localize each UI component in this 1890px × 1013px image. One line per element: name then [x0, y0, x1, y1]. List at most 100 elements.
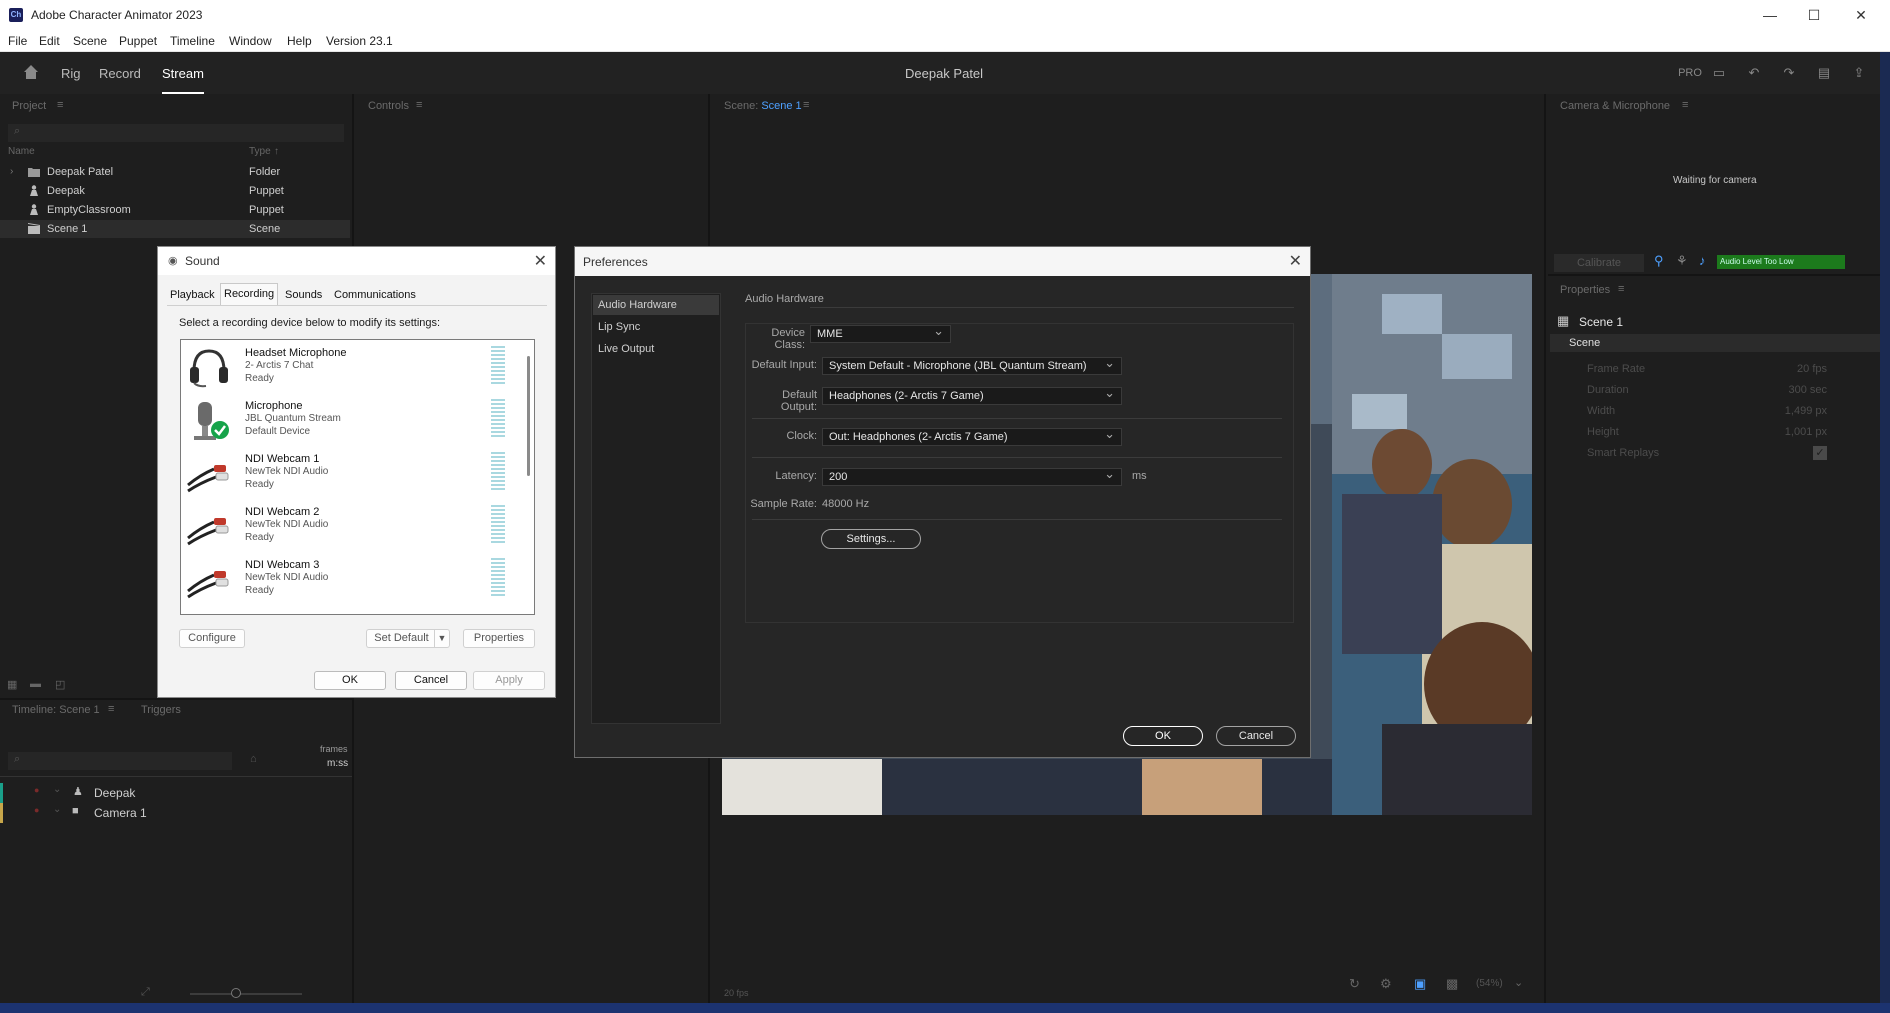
timeline-zoom-slider[interactable] — [190, 993, 302, 995]
timeline-menu-icon[interactable]: ≡ — [108, 703, 114, 715]
menu-timeline[interactable]: Timeline — [170, 34, 215, 48]
undo-icon[interactable]: ↶ — [1745, 64, 1763, 82]
chevron-down-icon[interactable]: ⌄ — [53, 804, 61, 815]
set-default-button[interactable]: Set Default — [366, 629, 436, 648]
new-folder-icon[interactable]: ▬ — [30, 678, 41, 690]
tab-communications[interactable]: Communications — [331, 285, 419, 305]
menu-file[interactable]: File — [8, 34, 27, 48]
default-input-select[interactable]: System Default - Microphone (JBL Quantum… — [822, 355, 1122, 375]
project-item-deepak-patel[interactable]: › Deepak Patel Folder — [0, 163, 350, 181]
stream-icon[interactable]: ▣ — [1414, 976, 1426, 992]
preferences-ok-button[interactable]: OK — [1123, 726, 1203, 746]
tab-rig[interactable]: Rig — [61, 66, 81, 81]
project-search-input[interactable]: ⌕ — [8, 124, 344, 142]
close-window-button[interactable]: ✕ — [1846, 5, 1876, 25]
device-ndi-webcam-2[interactable]: NDI Webcam 2 NewTek NDI Audio Ready — [181, 499, 521, 552]
recording-device-list[interactable]: Headset Microphone 2- Arctis 7 Chat Read… — [180, 339, 535, 615]
tab-record[interactable]: Record — [99, 66, 141, 81]
feedback-icon[interactable]: ▤ — [1815, 64, 1833, 82]
camera-mic-menu-icon[interactable]: ≡ — [1682, 99, 1688, 111]
column-name[interactable]: Name — [8, 146, 35, 157]
microphone-toggle-icon[interactable]: ♪ — [1699, 253, 1706, 268]
sound-close-button[interactable]: ✕ — [534, 251, 547, 271]
tab-playback[interactable]: Playback — [167, 285, 218, 305]
panel-layout-icon[interactable]: ▭ — [1710, 64, 1728, 82]
prop-value[interactable]: 1,499 px — [1785, 405, 1827, 417]
controls-menu-icon[interactable]: ≡ — [416, 99, 422, 111]
zoom-dropdown-icon[interactable]: ⌄ — [1514, 976, 1523, 989]
sound-ok-button[interactable]: OK — [314, 671, 386, 690]
camera-toggle-icon[interactable]: ⚲ — [1654, 253, 1664, 269]
fit-icon[interactable]: ⤢ — [141, 986, 150, 999]
properties-panel-title[interactable]: Properties — [1560, 284, 1610, 296]
record-arm-icon[interactable]: ● — [34, 785, 39, 795]
chevron-down-icon[interactable]: ⌄ — [53, 784, 61, 795]
zoom-slider-handle[interactable] — [231, 988, 241, 998]
device-list-scrollbar[interactable] — [524, 340, 534, 614]
preferences-close-button[interactable]: ✕ — [1289, 251, 1302, 271]
pref-nav-audio-hardware[interactable]: Audio Hardware — [593, 295, 719, 315]
menu-puppet[interactable]: Puppet — [119, 34, 157, 48]
project-panel-title[interactable]: Project — [12, 100, 46, 112]
record-arm-icon[interactable]: ● — [34, 805, 39, 815]
refresh-icon[interactable]: ↻ — [1349, 976, 1360, 992]
triggers-tab[interactable]: Triggers — [141, 704, 181, 716]
device-ndi-webcam-1[interactable]: NDI Webcam 1 NewTek NDI Audio Ready — [181, 446, 521, 499]
properties-button[interactable]: Properties — [463, 629, 535, 648]
project-item-emptyclassroom[interactable]: EmptyClassroom Puppet — [0, 201, 350, 219]
puppet-bank-icon[interactable]: ⌂ — [250, 753, 257, 765]
share-icon[interactable]: ⇪ — [1850, 64, 1868, 82]
calibrate-button[interactable]: Calibrate — [1554, 254, 1644, 272]
timeline-tab[interactable]: Timeline: Scene 1 — [12, 704, 100, 716]
project-item-deepak[interactable]: Deepak Puppet — [0, 182, 350, 200]
maximize-button[interactable]: ☐ — [1799, 5, 1829, 25]
menu-edit[interactable]: Edit — [39, 34, 60, 48]
project-menu-icon[interactable]: ≡ — [57, 99, 63, 111]
clock-select[interactable]: Out: Headphones (2- Arctis 7 Game) — [822, 426, 1122, 446]
prop-value[interactable]: 1,001 px — [1785, 426, 1827, 438]
camera-mic-panel-title[interactable]: Camera & Microphone — [1560, 100, 1670, 112]
tab-recording[interactable]: Recording — [220, 283, 279, 305]
pref-nav-lip-sync[interactable]: Lip Sync — [593, 317, 719, 337]
scene-menu-icon[interactable]: ≡ — [803, 99, 809, 111]
device-class-select[interactable]: MME — [810, 323, 951, 343]
expand-chevron-icon[interactable]: › — [10, 166, 13, 177]
configure-button[interactable]: Configure — [179, 629, 245, 648]
column-type[interactable]: Type — [249, 146, 271, 157]
properties-section-scene[interactable]: Scene — [1550, 334, 1880, 352]
timeline-search-input[interactable]: ⌕ — [8, 752, 232, 770]
tab-sounds[interactable]: Sounds — [282, 285, 325, 305]
sound-cancel-button[interactable]: Cancel — [395, 671, 467, 690]
prop-value[interactable]: 20 fps — [1797, 363, 1827, 375]
scene-view-icon[interactable]: ▩ — [1446, 976, 1458, 992]
tab-stream[interactable]: Stream — [162, 66, 204, 94]
properties-menu-icon[interactable]: ≡ — [1618, 283, 1624, 295]
pref-nav-live-output[interactable]: Live Output — [593, 339, 719, 359]
home-icon[interactable] — [22, 63, 40, 81]
pro-label[interactable]: PRO — [1676, 64, 1704, 82]
timeline-track-camera-1[interactable]: ● ⌄ ■ Camera 1 — [0, 803, 352, 823]
settings-icon[interactable]: ⚙ — [1380, 976, 1392, 992]
timeline-track-deepak[interactable]: ● ⌄ ♟ Deepak — [0, 783, 352, 803]
zoom-level[interactable]: (54%) — [1476, 978, 1503, 989]
scene-panel-title[interactable]: Scene: Scene 1 — [724, 100, 802, 112]
sound-apply-button[interactable]: Apply — [473, 671, 545, 690]
device-microphone[interactable]: Microphone JBL Quantum Stream Default De… — [181, 393, 521, 446]
audio-settings-button[interactable]: Settings... — [821, 529, 921, 549]
body-tracking-icon[interactable]: ⚘ — [1676, 253, 1688, 269]
new-item-icon[interactable]: ◰ — [55, 678, 65, 691]
minimize-button[interactable]: — — [1755, 5, 1785, 25]
menu-help[interactable]: Help — [287, 34, 312, 48]
menu-window[interactable]: Window — [229, 34, 272, 48]
smart-replays-checkbox[interactable]: ✓ — [1813, 446, 1827, 460]
latency-select[interactable]: 200 — [822, 466, 1122, 486]
device-headset-microphone[interactable]: Headset Microphone 2- Arctis 7 Chat Read… — [181, 340, 521, 393]
redo-icon[interactable]: ↷ — [1780, 64, 1798, 82]
set-default-dropdown[interactable]: ▼ — [434, 629, 450, 648]
menu-version[interactable]: Version 23.1 — [326, 34, 393, 48]
controls-panel-title[interactable]: Controls — [368, 100, 409, 112]
project-item-scene-1[interactable]: Scene 1 Scene — [0, 220, 350, 238]
device-ndi-webcam-3[interactable]: NDI Webcam 3 NewTek NDI Audio Ready — [181, 552, 521, 605]
preferences-cancel-button[interactable]: Cancel — [1216, 726, 1296, 746]
menu-scene[interactable]: Scene — [73, 34, 107, 48]
